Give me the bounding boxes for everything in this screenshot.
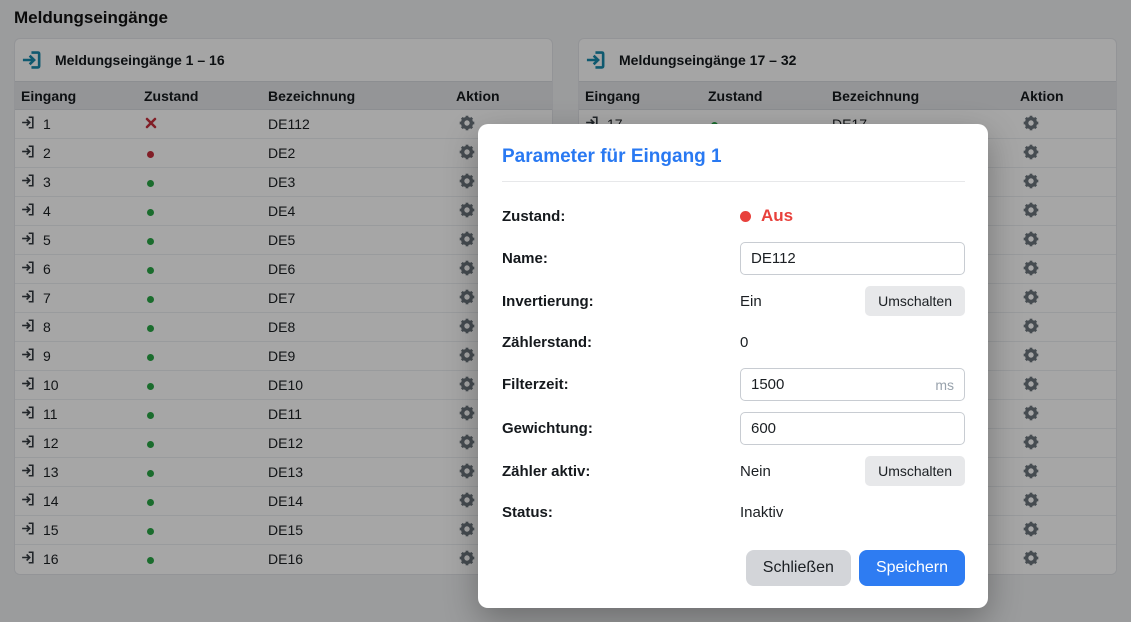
filterzeit-input[interactable] — [740, 368, 965, 401]
field-invertierung: Invertierung: Ein Umschalten — [502, 286, 965, 316]
state-indicator: Aus — [740, 206, 793, 226]
field-zaehlerstand: Zählerstand: 0 — [502, 327, 965, 357]
divider — [502, 181, 965, 182]
close-button[interactable]: Schließen — [746, 550, 851, 586]
name-input[interactable] — [740, 242, 965, 275]
field-filterzeit: Filterzeit: ms — [502, 368, 965, 401]
field-gewichtung: Gewichtung: — [502, 412, 965, 445]
parameter-dialog: Parameter für Eingang 1 Zustand: Aus Nam… — [478, 124, 988, 608]
field-zustand: Zustand: Aus — [502, 201, 965, 231]
zaehler-aktiv-toggle-button[interactable]: Umschalten — [865, 456, 965, 486]
field-label: Zähler aktiv: — [502, 463, 740, 480]
dialog-footer: Schließen Speichern — [502, 550, 965, 586]
field-label: Invertierung: — [502, 293, 740, 310]
zaehlerstand-value: 0 — [740, 334, 748, 351]
invertierung-value: Ein — [740, 293, 762, 310]
field-zaehler-aktiv: Zähler aktiv: Nein Umschalten — [502, 456, 965, 486]
state-dot-icon — [740, 211, 751, 222]
field-label: Zustand: — [502, 208, 740, 225]
field-label: Zählerstand: — [502, 334, 740, 351]
field-label: Gewichtung: — [502, 420, 740, 437]
field-label: Filterzeit: — [502, 376, 740, 393]
zaehler-aktiv-value: Nein — [740, 463, 771, 480]
status-value: Inaktiv — [740, 504, 783, 521]
dialog-title: Parameter für Eingang 1 — [502, 146, 965, 168]
gewichtung-input[interactable] — [740, 412, 965, 445]
invertierung-toggle-button[interactable]: Umschalten — [865, 286, 965, 316]
field-status: Status: Inaktiv — [502, 497, 965, 527]
field-label: Status: — [502, 504, 740, 521]
field-label: Name: — [502, 250, 740, 267]
save-button[interactable]: Speichern — [859, 550, 965, 586]
field-name: Name: — [502, 242, 965, 275]
state-value: Aus — [761, 206, 793, 226]
